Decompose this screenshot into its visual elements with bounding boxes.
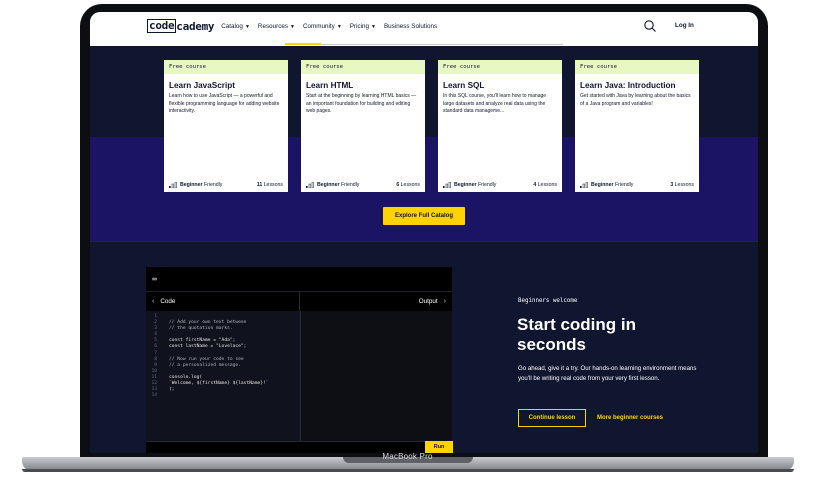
course-description: Start at the beginning by learning HTML … (306, 93, 417, 115)
editor-header: ⌨ (146, 267, 452, 292)
course-card[interactable]: Free course Learn SQL In this SQL course… (438, 60, 562, 192)
lessons-count: 11 (256, 182, 263, 188)
course-description: Get started with Java by learning about … (580, 93, 691, 107)
login-link[interactable]: Log In (675, 22, 694, 29)
search-icon[interactable] (643, 19, 657, 33)
hero-title: Start coding in seconds (517, 315, 636, 354)
nav-resources-label: Resources (257, 22, 289, 30)
course-description: In this SQL course, you'll learn how to … (443, 93, 547, 115)
output-tab-label: Output (418, 298, 438, 305)
course-level: Beginner (317, 182, 340, 188)
course-description: Learn how to use JavaScript — a powerful… (169, 93, 280, 115)
lessons-label: Lessons (537, 182, 557, 188)
course-title: Learn SQL (443, 81, 485, 90)
course-title: Learn JavaScript (169, 81, 235, 90)
lessons-count: 6 (396, 182, 400, 188)
hero-description: Go ahead, give it a try. Our hands-on le… (518, 365, 697, 382)
course-card[interactable]: Free course Learn JavaScript Learn how t… (164, 60, 288, 192)
terminal-icon[interactable]: ⌨ (152, 275, 157, 284)
course-lessons: 4 Lessons (533, 182, 557, 188)
signal-bars-icon (580, 182, 588, 188)
chevron-left-icon[interactable]: ‹ (152, 298, 154, 305)
active-tab-indicator (285, 43, 321, 45)
course-level: Beginner (454, 182, 477, 188)
lessons-count: 3 (670, 182, 674, 188)
course-footer: Beginner Friendly 3 Lessons (580, 182, 694, 188)
course-level-suffix: Friendly (340, 182, 360, 188)
course-tag: Free course (575, 60, 699, 74)
nav-pricing[interactable]: Pricing ▼ (350, 23, 376, 30)
course-level-suffix: Friendly (614, 182, 634, 188)
course-level: Beginner (591, 182, 614, 188)
nav-catalog[interactable]: Catalog ▼ (221, 23, 250, 30)
course-footer: Beginner Friendly 11 Lessons (169, 182, 283, 188)
nav-links: Catalog ▼ Resources ▼ Community ▼ Pricing ▼ … (221, 23, 437, 30)
nav-community-label: Community (302, 22, 335, 30)
chevron-right-icon[interactable]: › (444, 298, 446, 305)
code-tab-label: Code (160, 298, 176, 305)
signal-bars-icon (306, 182, 314, 188)
tab-code[interactable]: ‹ Code (146, 292, 299, 311)
line-text: // a personalized message. (169, 362, 241, 368)
output-panel (300, 311, 452, 441)
code-line: 14 (146, 393, 300, 399)
hero-eyebrow: Beginners welcome (518, 298, 578, 304)
lessons-label: Lessons (400, 182, 420, 188)
explore-catalog-button[interactable]: Explore Full Catalog (383, 207, 465, 225)
line-text: // the quotation marks. (169, 326, 233, 332)
course-lessons: 6 Lessons (396, 182, 420, 188)
subnav-strip (90, 40, 758, 46)
more-beginner-courses-link[interactable]: More beginner courses (597, 415, 663, 421)
chevron-down-icon: ▼ (244, 23, 250, 30)
laptop-base-edge (22, 469, 794, 472)
line-number: 14 (151, 393, 157, 399)
logo-rest-text: cademy (176, 19, 215, 33)
course-lessons: 3 Lessons (670, 182, 694, 188)
chevron-down-icon: ▼ (336, 23, 342, 30)
signal-bars-icon (169, 182, 177, 188)
course-footer: Beginner Friendly 6 Lessons (306, 182, 420, 188)
course-card[interactable]: Free course Learn HTML Start at the begi… (301, 60, 425, 192)
laptop-screen: code cademy Catalog ▼ Resources ▼ Community… (90, 12, 758, 453)
continue-lesson-button[interactable]: Continue lesson (518, 409, 586, 427)
course-footer: Beginner Friendly 4 Lessons (443, 182, 557, 188)
nav-pricing-label: Pricing (349, 22, 370, 30)
lessons-count: 4 (533, 182, 537, 188)
device-label: MacBook Pro (382, 452, 433, 461)
signal-bars-icon (443, 182, 451, 188)
editor-tab-bar: ‹ Code Output › (146, 292, 452, 311)
nav-catalog-label: Catalog (221, 22, 243, 30)
chevron-down-icon: ▼ (290, 23, 295, 30)
course-tag: Free course (164, 60, 288, 74)
course-title: Learn Java: Introduction (580, 81, 676, 90)
section-divider (90, 241, 758, 242)
logo-box-text: code (147, 19, 177, 33)
nav-community[interactable]: Community ▼ (303, 23, 342, 30)
course-level-suffix: Friendly (477, 182, 497, 188)
line-text: const lastName = "Lovelace"; (169, 344, 247, 350)
course-level: Beginner (180, 182, 203, 188)
top-navigation: code cademy Catalog ▼ Resources ▼ Community… (90, 12, 758, 40)
lessons-label: Lessons (263, 182, 283, 188)
course-tag: Free course (301, 60, 425, 74)
line-text: `Welcome, ${firstName} ${lastName}!` (169, 381, 269, 387)
lessons-label: Lessons (674, 182, 694, 188)
course-lessons: 11 Lessons (257, 182, 283, 188)
codecademy-logo[interactable]: code cademy (147, 19, 215, 33)
course-tag: Free course (438, 60, 562, 74)
code-area[interactable]: 1 2// Add your own text between 3// the qu… (146, 311, 300, 441)
line-text (160, 393, 169, 399)
nav-resources[interactable]: Resources ▼ (258, 23, 295, 30)
tab-output[interactable]: Output › (298, 292, 453, 311)
code-editor: ⌨ ‹ Code Output › 1 2// Add your own text… (146, 267, 452, 453)
course-title: Learn HTML (306, 81, 354, 90)
course-level-suffix: Friendly (203, 182, 223, 188)
course-card[interactable]: Free course Learn Java: Introduction Get… (575, 60, 699, 192)
chevron-down-icon: ▼ (371, 23, 376, 30)
nav-business-solutions[interactable]: Business Solutions (384, 23, 437, 30)
nav-business-label: Business Solutions (383, 22, 438, 30)
subnav-divider (321, 44, 563, 45)
